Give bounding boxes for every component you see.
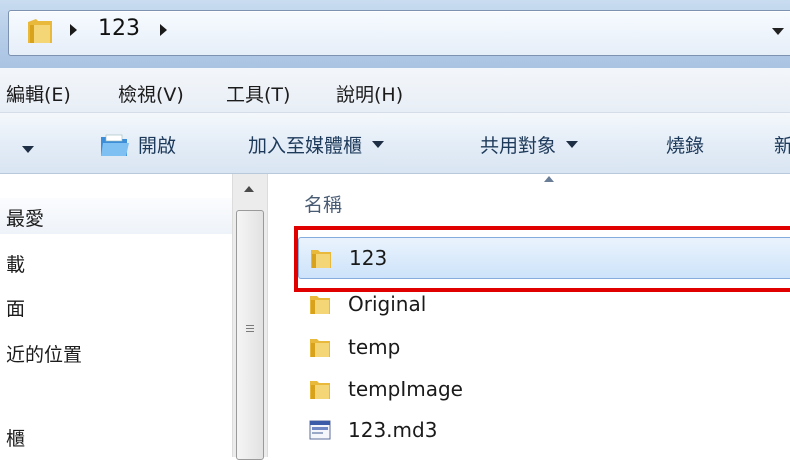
file-row[interactable]: temp — [298, 327, 790, 367]
chevron-down-icon — [566, 141, 579, 148]
scroll-thumb[interactable] — [236, 210, 264, 460]
navigation-pane: 最愛 載 面 近的位置 櫃 — [0, 174, 232, 457]
file-row[interactable]: 123.md3 — [298, 410, 790, 450]
open-button[interactable]: 開啟 — [138, 131, 176, 158]
folder-icon — [310, 381, 330, 399]
nav-item-favorites[interactable]: 最愛 — [6, 204, 44, 231]
menu-edit[interactable]: 編輯(E) — [6, 80, 71, 107]
file-icon — [309, 420, 331, 440]
breadcrumb-current[interactable]: 123 — [98, 16, 140, 41]
menu-help[interactable]: 說明(H) — [336, 80, 403, 107]
burn-button[interactable]: 燒錄 — [666, 131, 704, 158]
file-list: 名稱 123 Original temp tempImage 123.md3 — [268, 174, 790, 457]
organize-dropdown-icon[interactable] — [22, 146, 34, 153]
open-label: 開啟 — [138, 135, 177, 157]
nav-item-desktop[interactable]: 面 — [6, 294, 25, 321]
open-folder-icon — [101, 134, 129, 156]
file-row[interactable]: tempImage — [298, 369, 790, 409]
chevron-down-icon — [372, 141, 385, 148]
menu-view[interactable]: 檢視(V) — [118, 80, 184, 107]
add-to-library-label: 加入至媒體櫃 — [248, 135, 363, 157]
file-name: 123.md3 — [348, 418, 438, 442]
column-header-name[interactable]: 名稱 — [304, 190, 342, 217]
breadcrumb-chevron-icon[interactable] — [70, 24, 77, 36]
command-bar: 開啟 加入至媒體櫃 共用對象 燒錄 新 — [0, 113, 790, 174]
folder-icon — [28, 19, 52, 43]
nav-item-libraries[interactable]: 櫃 — [6, 424, 25, 451]
breadcrumb-chevron-icon[interactable] — [160, 24, 167, 36]
folder-icon — [310, 296, 330, 314]
menu-tools[interactable]: 工具(T) — [226, 80, 290, 107]
scroll-up-arrow-icon[interactable] — [244, 186, 254, 192]
grip-line — [246, 331, 254, 332]
nav-item-downloads[interactable]: 載 — [6, 250, 25, 277]
share-with-button[interactable]: 共用對象 — [480, 131, 579, 158]
sort-caret-icon — [544, 176, 554, 182]
add-to-library-button[interactable]: 加入至媒體櫃 — [248, 131, 385, 158]
highlight-annotation-box — [294, 226, 790, 292]
file-name: temp — [348, 335, 401, 359]
address-bar-strip: 123 — [0, 0, 790, 68]
grip-line — [246, 328, 254, 329]
file-name: tempImage — [348, 377, 463, 401]
share-with-label: 共用對象 — [480, 135, 557, 157]
file-name: Original — [348, 292, 427, 316]
grip-line — [246, 325, 254, 326]
nav-item-recent-places[interactable]: 近的位置 — [6, 340, 82, 367]
address-dropdown-icon[interactable] — [772, 28, 784, 35]
new-folder-button[interactable]: 新 — [774, 131, 790, 158]
nav-scrollbar[interactable] — [232, 174, 268, 460]
menu-bar: 編輯(E) 檢視(V) 工具(T) 說明(H) — [0, 68, 790, 113]
folder-icon — [310, 339, 330, 357]
